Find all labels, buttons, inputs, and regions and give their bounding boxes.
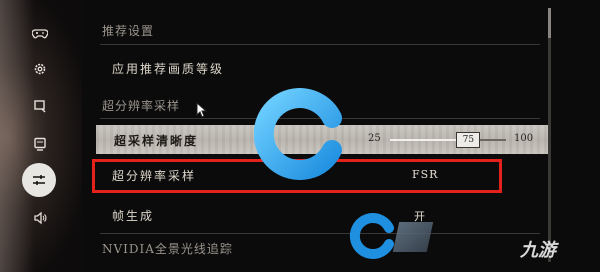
sharpness-slider[interactable]: 75 bbox=[390, 132, 506, 148]
sharpness-min-label: 25 bbox=[368, 133, 381, 144]
scrollbar[interactable] bbox=[548, 8, 551, 262]
section-super-res-heading: 超分辨率采样 bbox=[102, 99, 181, 113]
sliders-icon[interactable] bbox=[22, 163, 56, 197]
display-icon[interactable] bbox=[28, 94, 52, 118]
cursor-icon bbox=[196, 102, 208, 118]
gear-icon[interactable] bbox=[28, 57, 52, 81]
watermark-logo-small-icon bbox=[349, 213, 394, 259]
apply-recommend-button[interactable]: 应用推荐画质等级 bbox=[112, 60, 224, 77]
speaker-icon[interactable] bbox=[28, 206, 52, 230]
section-recommend-heading: 推荐设置 bbox=[102, 24, 155, 38]
sharpness-max-label: 100 bbox=[514, 133, 534, 144]
gamepad-icon[interactable] bbox=[28, 21, 52, 45]
frame-gen-label[interactable]: 帧生成 bbox=[112, 207, 154, 224]
brand-watermark: 九游 bbox=[520, 240, 556, 261]
section-nvidia-heading: NVIDIA全景光线追踪 bbox=[102, 242, 233, 256]
brand-mark-icon bbox=[392, 222, 434, 252]
divider bbox=[100, 233, 540, 234]
watermark-logo-icon bbox=[254, 88, 342, 180]
monitor-icon[interactable] bbox=[28, 132, 52, 156]
slider-thumb[interactable]: 75 bbox=[456, 132, 481, 148]
scrollbar-thumb[interactable] bbox=[548, 8, 551, 38]
settings-sidebar bbox=[0, 0, 82, 272]
sharpness-label: 超采样清晰度 bbox=[114, 134, 199, 148]
divider bbox=[100, 44, 540, 45]
